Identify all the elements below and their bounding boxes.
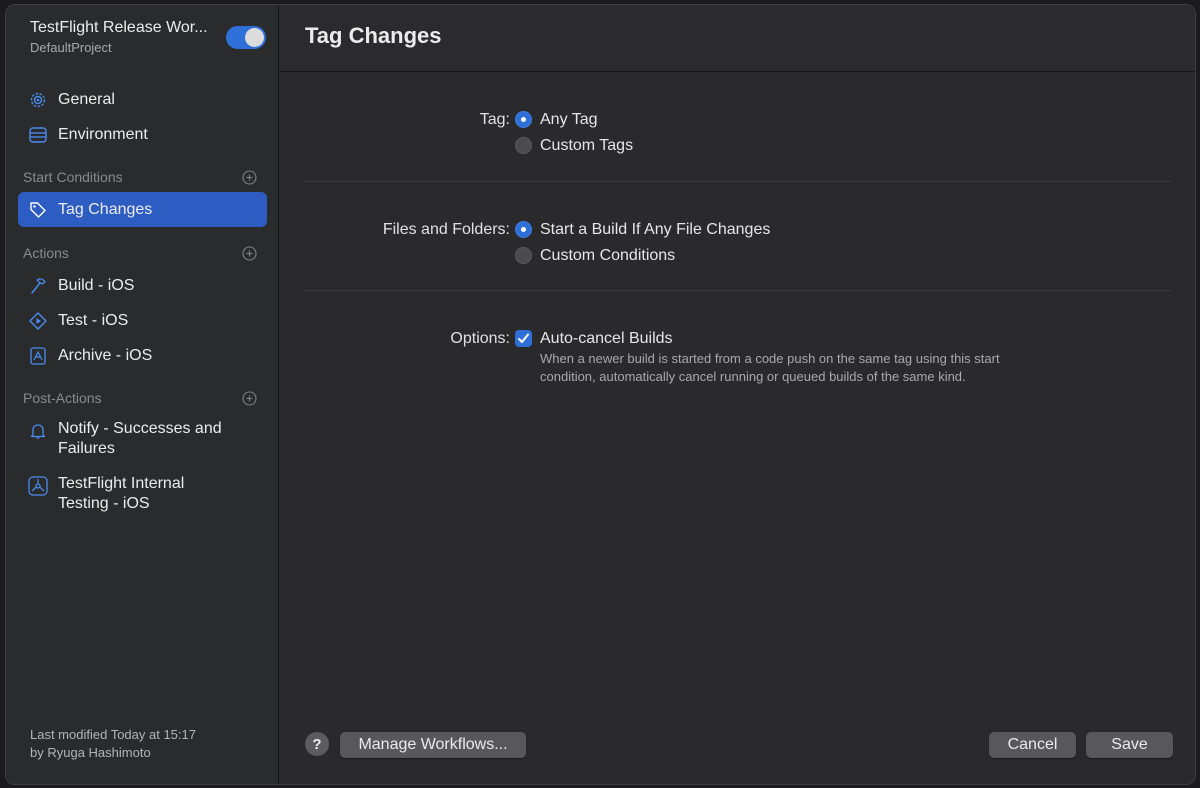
auto-cancel-checkbox[interactable] — [515, 330, 532, 347]
main-header: Tag Changes — [280, 5, 1195, 72]
radio-any-tag-label[interactable]: Any Tag — [540, 111, 598, 129]
radio-custom-conditions-label[interactable]: Custom Conditions — [540, 247, 675, 265]
sidebar-item-environment[interactable]: Environment — [18, 117, 267, 152]
archive-icon — [28, 346, 48, 366]
checkmark-icon — [518, 333, 529, 343]
modified-by-line: by Ryuga Hashimoto — [30, 745, 151, 760]
plus-circle-icon — [242, 170, 257, 185]
radio-any-file-changes-label[interactable]: Start a Build If Any File Changes — [540, 221, 770, 239]
section-label-actions: Actions — [23, 245, 69, 261]
workflow-enabled-toggle[interactable] — [226, 26, 266, 49]
section-label-start-conditions: Start Conditions — [23, 169, 123, 185]
section-divider — [305, 181, 1171, 182]
workflow-editor-window: TestFlight Release Wor... DefaultProject… — [5, 4, 1196, 785]
sidebar-item-label: Notify - Successes and Failures — [58, 420, 222, 457]
last-modified-note: Last modified Today at 15:17 by Ryuga Ha… — [30, 726, 196, 762]
section-label-post-actions: Post-Actions — [23, 390, 102, 406]
bell-icon — [28, 421, 48, 441]
page-title: Tag Changes — [305, 23, 442, 48]
files-folders-label: Files and Folders: — [382, 221, 510, 238]
auto-cancel-description: When a newer build is started from a cod… — [540, 350, 1100, 386]
sidebar-item-label: TestFlight Internal Testing - iOS — [58, 475, 185, 512]
sidebar-item-label: Test - iOS — [58, 311, 129, 329]
description-line: When a newer build is started from a cod… — [540, 351, 1000, 366]
help-button[interactable]: ? — [305, 732, 329, 756]
main-panel: Tag Changes Tag: Any Tag Custom Tags Fil… — [280, 5, 1195, 784]
tag-icon — [28, 200, 48, 220]
sidebar-item-label: General — [58, 90, 115, 108]
sidebar-item-label: Archive - iOS — [58, 346, 153, 364]
manage-workflows-button[interactable]: Manage Workflows... — [340, 732, 526, 758]
sidebar-item-notify[interactable]: Notify - Successes and Failures — [18, 419, 267, 463]
hammer-icon — [28, 276, 48, 296]
last-modified-line: Last modified Today at 15:17 — [30, 727, 196, 742]
sidebar-item-build-ios[interactable]: Build - iOS — [18, 268, 267, 303]
sidebar: TestFlight Release Wor... DefaultProject… — [6, 5, 279, 784]
section-divider — [305, 290, 1171, 291]
gear-icon — [28, 90, 48, 110]
options-label: Options: — [450, 330, 510, 347]
add-action-button[interactable] — [242, 246, 257, 261]
sidebar-item-test-ios[interactable]: Test - iOS — [18, 303, 267, 338]
sidebar-item-testflight-internal[interactable]: TestFlight Internal Testing - iOS — [18, 474, 267, 518]
sidebar-item-label: Build - iOS — [58, 276, 135, 294]
plus-circle-icon — [242, 246, 257, 261]
radio-custom-tags-label[interactable]: Custom Tags — [540, 137, 633, 155]
cancel-button[interactable]: Cancel — [989, 732, 1076, 758]
auto-cancel-label[interactable]: Auto-cancel Builds — [540, 330, 673, 348]
radio-any-file-changes[interactable] — [515, 221, 532, 238]
add-start-condition-button[interactable] — [242, 170, 257, 185]
radio-custom-conditions[interactable] — [515, 247, 532, 264]
radio-any-tag[interactable] — [515, 111, 532, 128]
sidebar-item-general[interactable]: General — [18, 82, 267, 117]
description-line: condition, automatically cancel running … — [540, 369, 966, 384]
play-diamond-icon — [28, 311, 48, 331]
workflow-title: TestFlight Release Wor... — [30, 19, 208, 36]
sidebar-item-label: Tag Changes — [58, 200, 153, 218]
radio-custom-tags[interactable] — [515, 137, 532, 154]
add-post-action-button[interactable] — [242, 391, 257, 406]
testflight-icon — [28, 476, 48, 496]
sidebar-item-label: Environment — [58, 125, 148, 143]
sidebar-item-tag-changes[interactable]: Tag Changes — [18, 192, 267, 227]
bottom-bar: ? Manage Workflows... Cancel Save — [280, 704, 1195, 784]
save-button[interactable]: Save — [1086, 732, 1173, 758]
plus-circle-icon — [242, 391, 257, 406]
sidebar-item-archive-ios[interactable]: Archive - iOS — [18, 338, 267, 373]
tag-label: Tag: — [479, 111, 510, 128]
environment-icon — [28, 125, 48, 145]
toggle-knob — [245, 28, 264, 47]
